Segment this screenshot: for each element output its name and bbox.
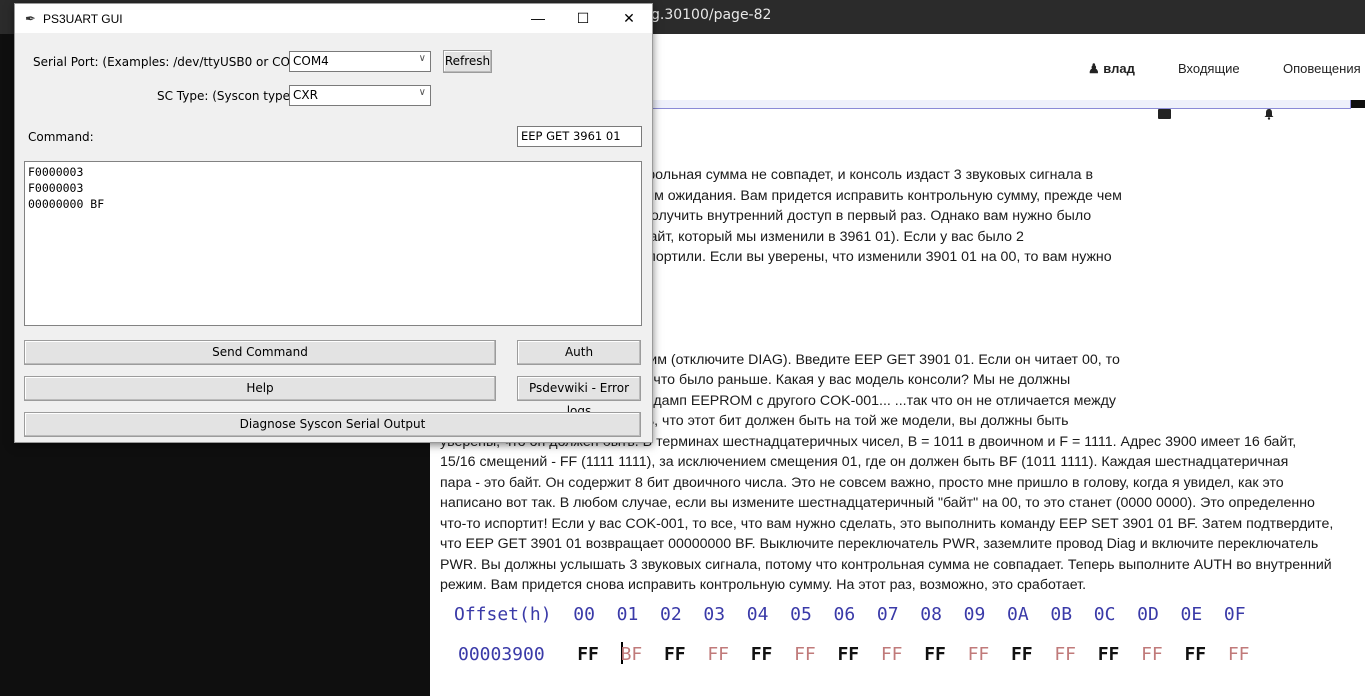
address-bar-url[interactable]: g.30100/page-82 (651, 7, 771, 23)
output-line: F0000003 (28, 165, 84, 179)
hex-byte: FF (1054, 644, 1077, 665)
hex-column-label: 02 (659, 604, 682, 625)
command-label: Command: (28, 130, 94, 144)
sc-type-value: CXR (293, 88, 318, 102)
hex-byte: FF (663, 644, 686, 665)
refresh-button[interactable]: Refresh (443, 50, 492, 73)
chevron-down-icon: ∨ (418, 53, 426, 64)
nav-inbox[interactable]: Входящие (1178, 61, 1240, 76)
hex-byte: FF (880, 644, 903, 665)
hex-column-label: 07 (876, 604, 899, 625)
serial-port-value: COM4 (293, 54, 329, 68)
hex-column-label: 04 (746, 604, 769, 625)
hex-column-label: 0B (1050, 604, 1073, 625)
send-command-button[interactable]: Send Command (24, 340, 496, 365)
hex-data-row: 00003900 FF BF FF FF FF FF FF FF FF FF F… (458, 642, 1250, 665)
psdevwiki-button[interactable]: Psdevwiki - Error logs (517, 376, 641, 418)
hex-column-label: 08 (920, 604, 942, 625)
hex-byte: FF (794, 644, 816, 665)
output-textarea[interactable]: F0000003 F0000003 00000000 BF (24, 161, 642, 326)
nav-user[interactable]: ♟ влад (1088, 61, 1135, 77)
hex-byte: FF (707, 644, 730, 665)
hex-byte: FF (1184, 644, 1207, 665)
ps3uart-window: ✒ PS3UART GUI — ☐ ✕ Serial Port: (Exampl… (14, 3, 653, 443)
sc-type-label: SC Type: (Syscon type) (157, 89, 295, 103)
hex-byte: FF (1141, 644, 1163, 665)
hex-header-label: Offset(h) (454, 604, 552, 625)
hex-byte: FF (1227, 644, 1250, 665)
hex-byte: FF (924, 644, 946, 665)
serial-port-label: Serial Port: (Examples: /dev/ttyUSB0 or … (33, 55, 313, 69)
auth-button[interactable]: Auth (517, 340, 641, 365)
post-line: что EEP GET 3901 01 возвращает 00000000 … (440, 536, 1319, 552)
hex-byte: FF (967, 644, 990, 665)
hex-column-label: 09 (963, 604, 986, 625)
hex-offset: 00003900 (458, 644, 545, 665)
sc-type-select[interactable]: CXR ∨ (289, 85, 431, 106)
post-line: режим. Вам придется снова исправить конт… (440, 577, 1087, 593)
output-line: F0000003 (28, 181, 84, 195)
hex-column-label: 0C (1093, 604, 1116, 625)
post-line: что-то испортит! Если у вас COK-001, то … (440, 515, 1334, 532)
hex-column-label: 00 (573, 604, 595, 625)
close-icon[interactable]: ✕ (606, 4, 652, 33)
serial-port-select[interactable]: COM4 ∨ (289, 51, 431, 72)
diagnose-button[interactable]: Diagnose Syscon Serial Output (24, 412, 641, 437)
output-line: 00000000 BF (28, 197, 105, 211)
mail-icon[interactable] (1158, 109, 1171, 119)
maximize-icon[interactable]: ☐ (560, 4, 606, 33)
command-value: EEP GET 3961 01 (521, 129, 621, 143)
post-line: написано вот так. В любом случае, если в… (440, 495, 1315, 511)
hex-column-label: 0A (1006, 604, 1029, 625)
hex-column-label: 01 (616, 604, 639, 625)
hex-bytes: FF BF FF FF FF FF FF FF FF FF FF FF FF F… (577, 642, 1250, 665)
hex-byte: FF (1010, 644, 1033, 665)
help-button[interactable]: Help (24, 376, 496, 401)
hex-column-label: 03 (703, 604, 726, 625)
hex-byte: FF (577, 644, 599, 665)
hex-dump-image: Offset(h) 00 01 02 03 04 05 06 07 08 09 … (440, 600, 1360, 690)
hex-column-label: 0D (1137, 604, 1159, 625)
post-line: PWR. Вы должны услышать 3 звуковых сигна… (440, 556, 1332, 573)
hex-column-label: 06 (833, 604, 856, 625)
post-line: 15/16 смещений - FF (1111 1111), за искл… (440, 454, 1289, 470)
window-title: PS3UART GUI (43, 12, 123, 26)
command-input[interactable]: EEP GET 3961 01 (517, 126, 642, 147)
feather-icon: ✒ (25, 11, 36, 26)
bell-icon[interactable] (1263, 108, 1275, 120)
minimize-icon[interactable]: — (515, 4, 561, 33)
chevron-down-icon: ∨ (418, 87, 426, 98)
hex-byte: FF (1097, 644, 1120, 665)
output-lines: F0000003 F0000003 00000000 BF (28, 164, 104, 212)
hex-column-label: 0F (1223, 604, 1246, 625)
nav-user-label: влад (1103, 61, 1135, 76)
hex-column-labels: 00 01 02 03 04 05 06 07 08 09 0A 0B 0C 0… (573, 604, 1245, 625)
hex-byte: BF (620, 644, 643, 665)
hex-byte: FF (837, 644, 860, 665)
nav-alerts[interactable]: Оповещения (1283, 61, 1361, 76)
hex-column-label: 05 (790, 604, 812, 625)
hex-column-label: 0E (1180, 604, 1203, 625)
hex-header-row: Offset(h) 00 01 02 03 04 05 06 07 08 09 … (454, 604, 1246, 625)
hex-byte: FF (750, 644, 773, 665)
post-line: пара - это байт. Он содержит 8 бит двоич… (440, 474, 1284, 491)
window-titlebar[interactable]: ✒ PS3UART GUI — ☐ ✕ (15, 4, 652, 33)
